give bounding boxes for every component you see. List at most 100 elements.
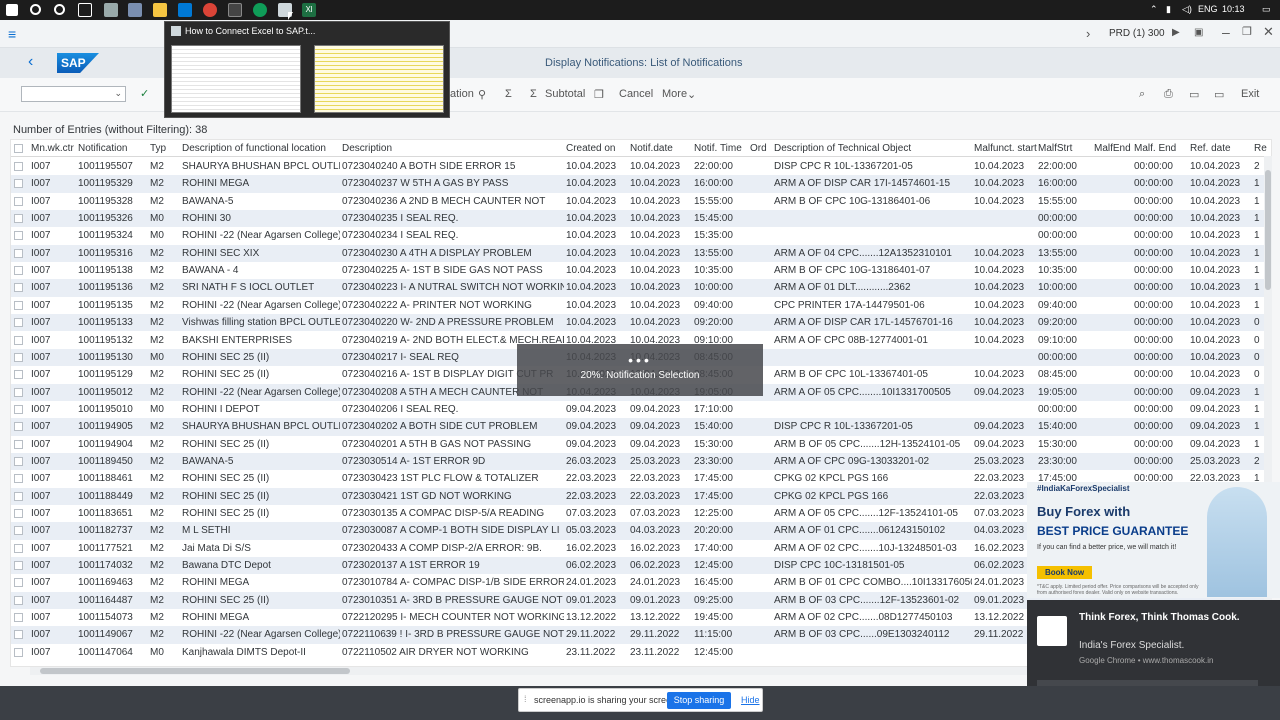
row-checkbox[interactable]: [14, 647, 23, 657]
row-checkbox[interactable]: [14, 509, 23, 518]
row-checkbox[interactable]: [14, 543, 23, 553]
copy-icon[interactable]: ❐: [594, 88, 604, 101]
row-checkbox[interactable]: [14, 300, 23, 310]
column-header[interactable]: Malfunct. start: [974, 143, 1037, 154]
language-indicator[interactable]: ENG: [1198, 4, 1218, 14]
row-checkbox[interactable]: [14, 214, 23, 224]
column-header[interactable]: Typ: [150, 143, 166, 154]
stop-sharing-button[interactable]: Stop sharing: [667, 692, 731, 709]
column-header[interactable]: Description of functional location: [182, 143, 326, 154]
chrome-icon[interactable]: [253, 3, 267, 17]
book-now-button[interactable]: Book Now: [1037, 566, 1092, 579]
chevron-right-icon[interactable]: ›: [1086, 26, 1090, 41]
row-checkbox[interactable]: [14, 248, 23, 258]
column-header[interactable]: Re: [1254, 143, 1267, 154]
row-checkbox[interactable]: [14, 491, 23, 501]
table-row[interactable]: I007 1001195326 M0 ROHINI 30 0723040235 I SE…: [11, 210, 1271, 228]
table-row[interactable]: I007 1001194905 M2 SHAURYA BHUSHAN BPCL OUT…: [11, 418, 1271, 436]
row-checkbox[interactable]: [14, 370, 23, 380]
row-checkbox[interactable]: [14, 422, 23, 432]
select-all-checkbox[interactable]: [14, 144, 23, 153]
file-explorer-icon[interactable]: [153, 3, 167, 17]
row-checkbox[interactable]: [14, 196, 23, 206]
column-header[interactable]: Notification: [78, 143, 127, 154]
column-header[interactable]: Mn.wk.ctr: [31, 143, 74, 154]
layout-icon[interactable]: ▭: [1189, 88, 1199, 101]
volume-icon[interactable]: ◁): [1182, 4, 1192, 15]
table-row[interactable]: I007 1001195316 M2 ROHINI SEC XIX 0723040230…: [11, 244, 1271, 263]
row-checkbox[interactable]: [14, 595, 23, 605]
taskbar-window-preview[interactable]: How to Connect Excel to SAP.t...: [164, 21, 450, 118]
close-icon[interactable]: ✕: [1263, 24, 1274, 40]
table-row[interactable]: I007 1001195328 M2 BAWANA-5 0723040236 A 2ND…: [11, 193, 1271, 210]
table-row[interactable]: I007 1001195136 M2 SRI NATH F S IOCL OUTLET…: [11, 279, 1271, 297]
minimize-icon[interactable]: –: [1222, 24, 1230, 40]
column-header[interactable]: MalfStrt: [1038, 143, 1072, 154]
row-checkbox[interactable]: [14, 630, 23, 640]
row-checkbox[interactable]: [14, 613, 23, 623]
row-checkbox[interactable]: [14, 231, 23, 241]
row-checkbox[interactable]: [14, 561, 23, 571]
terminal-icon[interactable]: [228, 3, 242, 17]
search-icon[interactable]: [30, 4, 41, 15]
excel-icon[interactable]: Xl: [302, 3, 316, 17]
row-checkbox[interactable]: [14, 318, 23, 328]
exit-button[interactable]: Exit: [1241, 88, 1259, 100]
table-row[interactable]: I007 1001195329 M2 ROHINI MEGA 0723040237 W …: [11, 175, 1271, 193]
column-header[interactable]: Malf. End: [1134, 143, 1176, 154]
row-checkbox[interactable]: [14, 387, 23, 397]
column-header[interactable]: Notif. Time: [694, 143, 742, 154]
row-checkbox[interactable]: [14, 474, 23, 484]
network-icon[interactable]: ▮: [1166, 4, 1171, 15]
row-checkbox[interactable]: [14, 179, 23, 189]
notifications-icon[interactable]: ▭: [1262, 4, 1271, 15]
window-icon[interactable]: ▭: [1214, 88, 1224, 101]
table-row[interactable]: I007 1001189450 M2 BAWANA-5 0723030514 A- 1S…: [11, 452, 1271, 471]
row-checkbox[interactable]: [14, 526, 23, 536]
drag-handle-icon[interactable]: ⁞: [524, 694, 527, 704]
scrollbar-thumb[interactable]: [1265, 170, 1271, 290]
checkmark-icon[interactable]: ✓: [140, 87, 149, 100]
app-icon[interactable]: [104, 3, 118, 17]
column-header[interactable]: Description of Technical Object: [774, 143, 911, 154]
preview-thumbnail[interactable]: [171, 45, 301, 113]
sum-button[interactable]: Σ: [505, 88, 512, 100]
chevron-up-icon[interactable]: ⌃: [1150, 4, 1158, 15]
table-row[interactable]: I007 1001195324 M0 ROHINI -22 (Near Agarsen…: [11, 227, 1271, 244]
table-row[interactable]: I007 1001194904 M2 ROHINI SEC 25 (II) 072304…: [11, 436, 1271, 453]
toolbar-partial-label[interactable]: ation: [450, 88, 474, 100]
more-button[interactable]: More: [662, 88, 687, 100]
table-row[interactable]: I007 1001195010 M0 ROHINI I DEPOT 0723040206…: [11, 401, 1271, 418]
table-row[interactable]: I007 1001195507 M2 SHAURYA BHUSHAN BPCL OUT…: [11, 158, 1271, 175]
subtotal-button[interactable]: Subtotal: [545, 88, 585, 100]
table-row[interactable]: I007 1001195138 M2 BAWANA - 4 0723040225 A- …: [11, 262, 1271, 279]
column-header[interactable]: Ref. date: [1190, 143, 1231, 154]
filter-icon[interactable]: ⚲: [478, 88, 486, 101]
windows-start-icon[interactable]: [6, 4, 18, 16]
menu-icon[interactable]: ≡: [8, 26, 16, 42]
row-checkbox[interactable]: [14, 439, 23, 449]
column-header[interactable]: Created on: [566, 143, 615, 154]
table-row[interactable]: I007 1001195135 M2 ROHINI -22 (Near Agarsen…: [11, 297, 1271, 314]
play-icon[interactable]: ▶: [1172, 27, 1180, 38]
row-checkbox[interactable]: [14, 283, 23, 293]
row-checkbox[interactable]: [14, 404, 23, 414]
restore-icon[interactable]: ❐: [1242, 25, 1252, 38]
forex-ad-banner[interactable]: #IndiaKaForexSpecialist Buy Forex with B…: [1027, 482, 1280, 598]
preview-thumbnail[interactable]: [314, 45, 444, 113]
scrollbar-thumb[interactable]: [40, 668, 350, 674]
print-icon[interactable]: ⎙: [1164, 88, 1173, 101]
lock-icon[interactable]: ▣: [1194, 27, 1203, 38]
row-checkbox[interactable]: [14, 456, 23, 466]
column-header[interactable]: Notif.date: [630, 143, 673, 154]
cancel-button[interactable]: Cancel: [619, 88, 653, 100]
task-view-icon[interactable]: [78, 3, 92, 17]
table-row[interactable]: I007 1001195133 M2 Vishwas filling station …: [11, 314, 1271, 332]
row-checkbox[interactable]: [14, 162, 23, 171]
clock[interactable]: 10:13: [1222, 4, 1245, 14]
row-checkbox[interactable]: [14, 335, 23, 345]
cortana-icon[interactable]: [54, 4, 65, 15]
hide-link[interactable]: Hide: [741, 695, 760, 705]
column-header[interactable]: MalfEnd: [1094, 143, 1131, 154]
chrome-icon[interactable]: [203, 3, 217, 17]
